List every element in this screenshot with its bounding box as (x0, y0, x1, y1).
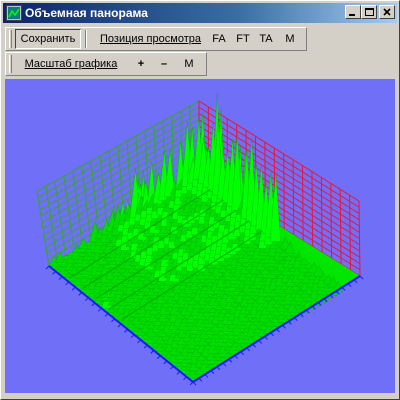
maximize-button[interactable] (361, 5, 377, 19)
toolbar-grip[interactable] (9, 30, 12, 48)
m-button[interactable]: M (283, 29, 297, 49)
toolbar-grip[interactable] (9, 55, 12, 73)
zoom-in-button[interactable]: + (136, 54, 146, 74)
minimize-button[interactable] (345, 5, 361, 19)
panorama-surface-plot[interactable] (5, 79, 395, 393)
ft-button[interactable]: FT (234, 29, 252, 49)
fa-button[interactable]: FA (210, 29, 228, 49)
close-button[interactable] (379, 5, 395, 19)
view-position-button[interactable]: Позиция просмотра (93, 29, 208, 49)
window-title: Объемная панорама (25, 6, 148, 20)
toolbar-scale: Масштаб графика + – M (5, 52, 207, 76)
app-window: Объемная панорама Сохранить Позиция прос… (0, 0, 400, 400)
title-bar[interactable]: Объемная панорама (3, 3, 397, 23)
scale-button[interactable]: Масштаб графика (18, 54, 124, 74)
ta-button[interactable]: TA (257, 29, 275, 49)
toolbar-view: Сохранить Позиция просмотра FA FT TA M (5, 27, 307, 51)
zoom-out-button[interactable]: – (159, 54, 169, 74)
save-button[interactable]: Сохранить (15, 29, 81, 49)
panorama-3d-view[interactable] (5, 79, 395, 393)
m-scale-button[interactable]: M (183, 54, 195, 74)
toolbar-separator (85, 30, 87, 48)
app-icon (6, 5, 22, 21)
